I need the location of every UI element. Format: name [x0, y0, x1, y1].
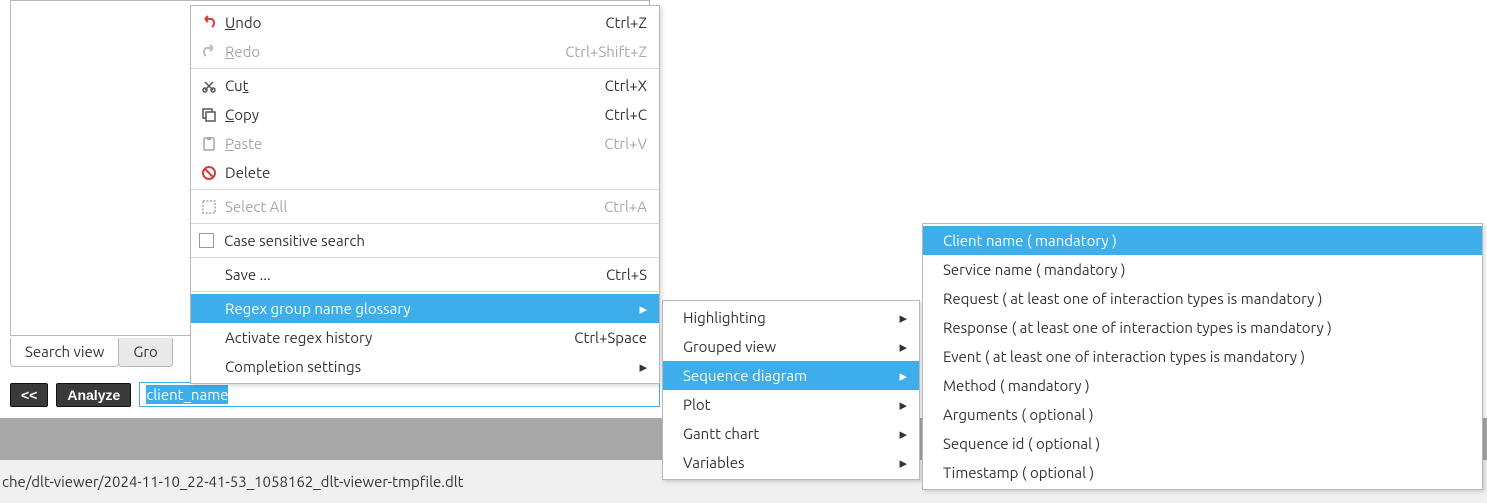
copy-icon	[199, 106, 219, 124]
bottom-tabs: Search view Gro	[10, 336, 172, 368]
menu-item-event-at-least-one-of-interaction-types-is-mandatory[interactable]: Event ( at least one of interaction type…	[923, 342, 1482, 371]
menu-item-label: Redo	[225, 43, 517, 60]
menu-accelerator: Ctrl+Space	[557, 329, 647, 346]
menu-item-label: Copy	[225, 106, 517, 123]
menu-item-undo[interactable]: Undo Ctrl+Z	[191, 8, 659, 37]
menu-accelerator: Ctrl+Shift+Z	[557, 43, 647, 60]
menu-item-label: Service name ( mandatory )	[943, 261, 1470, 278]
submenu-arrow-icon: ▸	[637, 300, 647, 318]
checkbox-icon	[199, 233, 214, 248]
cut-icon	[199, 77, 219, 95]
menu-item-save[interactable]: Save ... Ctrl+S	[191, 260, 659, 289]
menu-item-label: Case sensitive search	[224, 232, 647, 249]
menu-accelerator: Ctrl+C	[557, 106, 647, 123]
menu-item-label: Request ( at least one of interaction ty…	[943, 290, 1470, 307]
menu-item-label: Highlighting	[683, 309, 877, 326]
menu-separator	[191, 189, 659, 190]
menu-item-label: Method ( mandatory )	[943, 377, 1470, 394]
submenu-sequence-diagram: Client name ( mandatory ) Service name ( …	[922, 223, 1483, 490]
menu-item-regex-group-name-glossary[interactable]: Regex group name glossary ▸	[191, 294, 659, 323]
tab-grouped-view[interactable]: Gro	[118, 338, 172, 367]
menu-item-service-name-mandatory[interactable]: Service name ( mandatory )	[923, 255, 1482, 284]
menu-item-activate-regex-history[interactable]: Activate regex history Ctrl+Space	[191, 323, 659, 352]
menu-item-paste: Paste Ctrl+V	[191, 129, 659, 158]
menu-separator	[191, 257, 659, 258]
menu-item-label: Gantt chart	[683, 425, 877, 442]
context-menu-main: UndoCtrl+ZRedoCtrl+Shift+ZCutCtrl+XCopyC…	[190, 5, 660, 384]
menu-accelerator: Ctrl+X	[557, 77, 647, 94]
menu-item-arguments-optional[interactable]: Arguments ( optional )	[923, 400, 1482, 429]
menu-item-label: Delete	[225, 164, 647, 181]
menu-accelerator: Ctrl+A	[557, 198, 647, 215]
menu-item-response-at-least-one-of-interaction-types-is-mandatory[interactable]: Response ( at least one of interaction t…	[923, 313, 1482, 342]
back-button[interactable]: <<	[10, 383, 48, 407]
menu-item-label: Select All	[225, 198, 517, 215]
paste-icon	[199, 135, 219, 153]
menu-separator	[191, 223, 659, 224]
submenu-arrow-icon: ▸	[897, 309, 907, 327]
menu-item-copy[interactable]: Copy Ctrl+C	[191, 100, 659, 129]
menu-separator	[191, 68, 659, 69]
submenu-arrow-icon: ▸	[897, 367, 907, 385]
menu-item-timestamp-optional[interactable]: Timestamp ( optional )	[923, 458, 1482, 487]
menu-item-variables[interactable]: Variables ▸	[663, 448, 919, 477]
menu-item-label: Response ( at least one of interaction t…	[943, 319, 1470, 336]
menu-item-label: Sequence id ( optional )	[943, 435, 1470, 452]
submenu-arrow-icon: ▸	[637, 358, 647, 376]
menu-item-plot[interactable]: Plot ▸	[663, 390, 919, 419]
menu-item-label: Undo	[225, 14, 517, 31]
menu-item-grouped-view[interactable]: Grouped view ▸	[663, 332, 919, 361]
menu-item-label: Event ( at least one of interaction type…	[943, 348, 1470, 365]
menu-accelerator: Ctrl+V	[557, 135, 647, 152]
undo-icon	[199, 14, 219, 32]
menu-item-request-at-least-one-of-interaction-types-is-mandatory[interactable]: Request ( at least one of interaction ty…	[923, 284, 1482, 313]
submenu-arrow-icon: ▸	[897, 396, 907, 414]
menu-item-delete[interactable]: Delete	[191, 158, 659, 187]
analyze-button[interactable]: Analyze	[56, 383, 131, 407]
menu-item-label: Completion settings	[225, 358, 617, 375]
delete-icon	[199, 164, 219, 182]
menu-item-case-sensitive-search[interactable]: Case sensitive search	[191, 226, 659, 255]
menu-item-select-all: Select All Ctrl+A	[191, 192, 659, 221]
regex-input[interactable]: client_name	[139, 382, 660, 407]
menu-item-label: Save ...	[225, 266, 517, 283]
menu-item-label: Sequence diagram	[683, 367, 877, 384]
menu-item-label: Grouped view	[683, 338, 877, 355]
menu-item-label: Variables	[683, 454, 877, 471]
menu-accelerator: Ctrl+Z	[557, 14, 647, 31]
submenu-arrow-icon: ▸	[897, 338, 907, 356]
menu-item-sequence-diagram[interactable]: Sequence diagram ▸	[663, 361, 919, 390]
menu-item-sequence-id-optional[interactable]: Sequence id ( optional )	[923, 429, 1482, 458]
menu-item-method-mandatory[interactable]: Method ( mandatory )	[923, 371, 1482, 400]
menu-item-redo: Redo Ctrl+Shift+Z	[191, 37, 659, 66]
submenu-regex-glossary: Highlighting▸Grouped view▸Sequence diagr…	[662, 300, 920, 480]
menu-item-label: Activate regex history	[225, 329, 517, 346]
selectall-icon	[199, 198, 219, 216]
menu-item-label: Client name ( mandatory )	[943, 232, 1470, 249]
submenu-arrow-icon: ▸	[897, 454, 907, 472]
menu-separator	[191, 291, 659, 292]
menu-item-label: Arguments ( optional )	[943, 406, 1470, 423]
menu-accelerator: Ctrl+S	[557, 266, 647, 283]
menu-item-label: Cut	[225, 77, 517, 94]
regex-input-value: client_name	[146, 385, 228, 404]
menu-item-cut[interactable]: Cut Ctrl+X	[191, 71, 659, 100]
menu-item-completion-settings[interactable]: Completion settings ▸	[191, 352, 659, 381]
menu-item-label: Plot	[683, 396, 877, 413]
menu-item-highlighting[interactable]: Highlighting ▸	[663, 303, 919, 332]
tab-search-view[interactable]: Search view	[10, 338, 119, 367]
menu-item-label: Regex group name glossary	[225, 300, 617, 317]
menu-item-label: Paste	[225, 135, 517, 152]
menu-item-gantt-chart[interactable]: Gantt chart ▸	[663, 419, 919, 448]
menu-item-client-name-mandatory[interactable]: Client name ( mandatory )	[923, 226, 1482, 255]
regex-toolbar: << Analyze client_name	[10, 382, 660, 407]
redo-icon	[199, 43, 219, 61]
menu-item-label: Timestamp ( optional )	[943, 464, 1470, 481]
status-path: che/dlt-viewer/2024-11-10_22-41-53_10581…	[2, 473, 464, 490]
submenu-arrow-icon: ▸	[897, 425, 907, 443]
